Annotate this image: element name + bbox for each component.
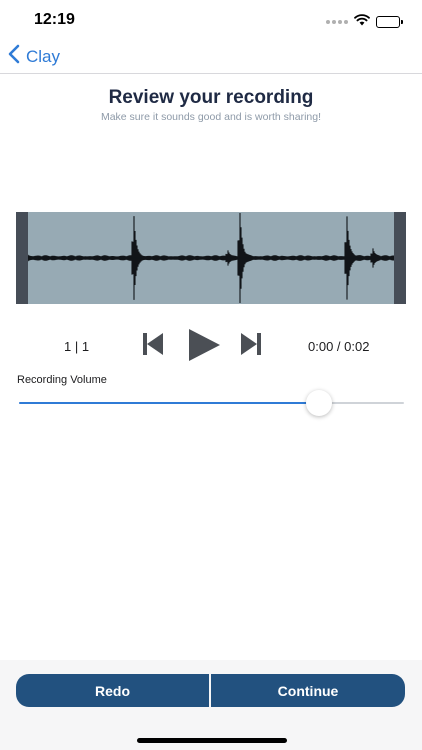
status-icons	[326, 13, 403, 31]
page-title: Review your recording	[108, 87, 314, 108]
volume-label: Recording Volume	[17, 374, 107, 386]
back-label: Clay	[26, 46, 61, 66]
battery-icon	[376, 16, 403, 28]
back-button[interactable]: Clay	[8, 44, 60, 69]
track-counter: 1 | 1	[64, 339, 90, 354]
wifi-icon	[354, 13, 370, 31]
volume-slider-fill	[19, 402, 320, 404]
signal-dots-icon	[326, 20, 348, 24]
skip-previous-icon	[142, 333, 164, 360]
continue-button[interactable]: Continue	[211, 674, 405, 707]
status-time: 12:19	[34, 11, 75, 28]
skip-next-button[interactable]	[240, 332, 262, 361]
waveform-view[interactable]	[16, 212, 406, 304]
chevron-left-icon	[8, 44, 20, 69]
volume-slider-thumb[interactable]	[306, 390, 333, 416]
redo-button[interactable]: Redo	[16, 674, 209, 707]
status-bar: 12:19	[0, 0, 422, 40]
trim-handle-left[interactable]	[16, 212, 28, 304]
play-icon	[186, 329, 222, 367]
page-subtitle: Make sure it sounds good and is worth sh…	[100, 111, 322, 123]
home-indicator	[137, 738, 287, 743]
play-button[interactable]	[186, 327, 222, 368]
navigation-bar: Clay	[0, 40, 422, 74]
skip-previous-button[interactable]	[142, 332, 164, 361]
waveform-graphic	[25, 213, 397, 303]
time-readout: 0:00 / 0:02	[308, 339, 370, 354]
skip-next-icon	[240, 333, 262, 360]
trim-handle-right[interactable]	[394, 212, 406, 304]
